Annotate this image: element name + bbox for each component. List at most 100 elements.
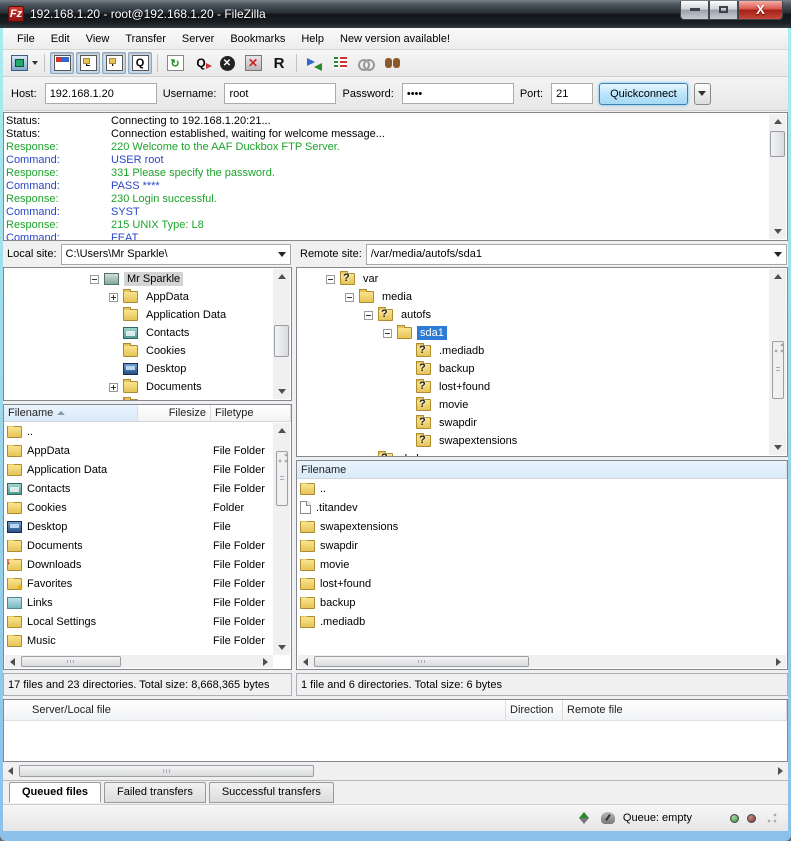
tree-item-swapdir[interactable]: swapdir	[297, 414, 769, 432]
file-row-lost-found[interactable]: lost+found	[298, 574, 786, 593]
tree-item-label[interactable]: Documents	[143, 380, 205, 394]
cancel-button[interactable]	[215, 52, 239, 74]
column-header-filename[interactable]: Filename	[297, 461, 787, 478]
combo-dropdown-icon[interactable]	[274, 245, 290, 264]
tree-item-label[interactable]: Application Data	[143, 308, 229, 322]
tree-item-label[interactable]: Contacts	[143, 326, 192, 340]
scroll-down-arrow-icon[interactable]	[273, 640, 290, 655]
scrollbar-thumb[interactable]	[19, 765, 314, 777]
tree-item-label[interactable]: movie	[436, 398, 471, 412]
tab-queued-files[interactable]: Queued files	[9, 782, 101, 803]
menu-item-view[interactable]: View	[78, 31, 118, 47]
toggle-local-treeview-button[interactable]: L	[76, 52, 100, 74]
file-row-links[interactable]: LinksFile Folder	[5, 593, 273, 612]
toggle-remote-treeview-button[interactable]: F	[102, 52, 126, 74]
directory-comparison-button[interactable]	[302, 52, 326, 74]
remote-list-hscrollbar[interactable]	[298, 655, 786, 668]
resize-grip[interactable]	[766, 812, 778, 824]
toggle-queue-button[interactable]: Q	[128, 52, 152, 74]
file-row-documents[interactable]: DocumentsFile Folder	[5, 536, 273, 555]
column-header-filename[interactable]: Filename	[4, 405, 138, 421]
menu-item-new-version-available[interactable]: New version available!	[332, 31, 458, 47]
tree-item-label[interactable]: var	[360, 272, 381, 286]
port-input[interactable]	[551, 83, 593, 104]
file-row-swapdir[interactable]: swapdir	[298, 536, 786, 555]
file-row-local-settings[interactable]: Local SettingsFile Folder	[5, 612, 273, 631]
speed-limits-icon[interactable]	[601, 812, 615, 824]
remote-site-combobox[interactable]: /var/media/autofs/sda1	[366, 244, 787, 265]
column-header-server-local-file[interactable]: Server/Local file	[4, 700, 506, 720]
tree-item-backup[interactable]: backup	[297, 360, 769, 378]
tree-item-documents[interactable]: Documents	[4, 378, 273, 396]
scrollbar-thumb[interactable]	[21, 656, 121, 667]
scroll-right-arrow-icon[interactable]	[773, 764, 788, 777]
file-row-music[interactable]: MusicFile Folder	[5, 631, 273, 650]
menu-item-help[interactable]: Help	[293, 31, 332, 47]
quickconnect-dropdown-button[interactable]	[694, 83, 711, 105]
tree-item-label[interactable]: sda1	[417, 326, 447, 340]
tree-item-movie[interactable]: movie	[297, 396, 769, 414]
scroll-down-arrow-icon[interactable]	[769, 440, 786, 455]
refresh-button[interactable]	[163, 52, 187, 74]
scroll-right-arrow-icon[interactable]	[258, 655, 273, 668]
tree-item-application-data[interactable]: Application Data	[4, 306, 273, 324]
scrollbar-thumb[interactable]	[276, 451, 288, 506]
scroll-left-arrow-icon[interactable]	[3, 764, 18, 777]
scroll-right-arrow-icon[interactable]	[771, 655, 786, 668]
tree-item-var[interactable]: var	[297, 270, 769, 288]
tree-item-sda1[interactable]: sda1	[297, 324, 769, 342]
close-button[interactable]: X	[738, 1, 783, 20]
file-row-contacts[interactable]: ContactsFile Folder	[5, 479, 273, 498]
tree-item-label[interactable]: dvd	[398, 452, 422, 456]
file-row-downloads[interactable]: DownloadsFile Folder	[5, 555, 273, 574]
scroll-down-arrow-icon[interactable]	[273, 384, 290, 399]
local-tree-scrollbar[interactable]	[273, 269, 290, 399]
tree-item-label[interactable]: .mediadb	[436, 344, 487, 358]
minus-expander-icon[interactable]	[364, 311, 373, 320]
filename-filters-button[interactable]	[354, 52, 378, 74]
message-log-scrollbar[interactable]	[769, 114, 786, 239]
tree-item-label[interactable]: AppData	[143, 290, 192, 304]
tab-successful-transfers[interactable]: Successful transfers	[209, 782, 334, 803]
disconnect-button[interactable]	[241, 52, 265, 74]
tree-item-swapextensions[interactable]: swapextensions	[297, 432, 769, 450]
scroll-down-arrow-icon[interactable]	[769, 224, 786, 239]
password-input[interactable]	[402, 83, 514, 104]
menu-item-edit[interactable]: Edit	[43, 31, 78, 47]
synchronized-browsing-button[interactable]	[328, 52, 352, 74]
file-row-titandev[interactable]: .titandev	[298, 498, 786, 517]
tree-item-dvd[interactable]: dvd	[297, 450, 769, 456]
tree-item-label[interactable]: swapdir	[436, 416, 480, 430]
file-row-movie[interactable]: movie	[298, 555, 786, 574]
file-row-mediadb[interactable]: .mediadb	[298, 612, 786, 631]
tree-item-label[interactable]: Cookies	[143, 344, 189, 358]
quickconnect-button[interactable]: Quickconnect	[599, 83, 688, 105]
minus-expander-icon[interactable]	[345, 293, 354, 302]
scroll-up-arrow-icon[interactable]	[769, 114, 786, 129]
minus-expander-icon[interactable]	[90, 275, 99, 284]
tree-item-label[interactable]: Downloads	[143, 398, 203, 400]
menu-item-transfer[interactable]: Transfer	[117, 31, 174, 47]
menu-item-server[interactable]: Server	[174, 31, 222, 47]
file-row-backup[interactable]: backup	[298, 593, 786, 612]
column-header-filesize[interactable]: Filesize	[138, 405, 211, 421]
process-queue-button[interactable]: Q	[189, 52, 213, 74]
tree-item-lost-found[interactable]: lost+found	[297, 378, 769, 396]
minus-expander-icon[interactable]	[383, 329, 392, 338]
maximize-button[interactable]	[709, 1, 738, 20]
file-row-swapextensions[interactable]: swapextensions	[298, 517, 786, 536]
local-site-combobox[interactable]: C:\Users\Mr Sparkle\	[61, 244, 291, 265]
tree-item-label[interactable]: Desktop	[143, 362, 189, 376]
tree-item-label[interactable]: autofs	[398, 308, 434, 322]
tree-item-cookies[interactable]: Cookies	[4, 342, 273, 360]
tree-item-media[interactable]: media	[297, 288, 769, 306]
file-row-desktop[interactable]: DesktopFile	[5, 517, 273, 536]
scrollbar-thumb[interactable]	[772, 341, 784, 399]
tree-item-label[interactable]: lost+found	[436, 380, 493, 394]
file-row-favorites[interactable]: FavoritesFile Folder	[5, 574, 273, 593]
file-row-cookies[interactable]: CookiesFolder	[5, 498, 273, 517]
local-list-vscrollbar[interactable]	[273, 423, 290, 655]
scroll-up-arrow-icon[interactable]	[273, 423, 290, 438]
tree-item-label[interactable]: swapextensions	[436, 434, 520, 448]
tab-failed-transfers[interactable]: Failed transfers	[104, 782, 206, 803]
